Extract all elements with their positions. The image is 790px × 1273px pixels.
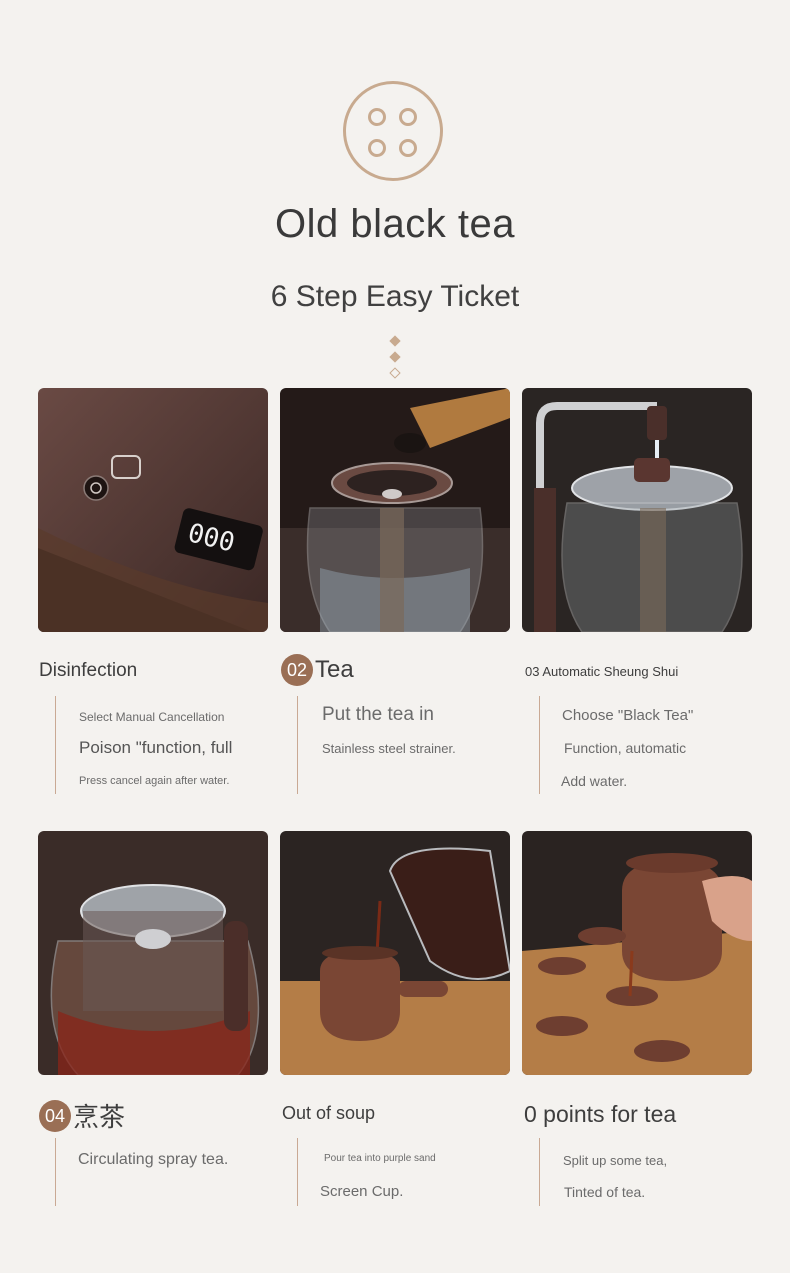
serving-tea-cups-photo bbox=[522, 831, 752, 1075]
divider-line bbox=[55, 696, 56, 794]
page-title: Old black tea bbox=[275, 202, 515, 246]
logo-dot bbox=[368, 108, 386, 126]
diamond-outline-icon bbox=[389, 367, 401, 379]
divider-line bbox=[55, 1138, 56, 1206]
step-3-line-2: Function, automatic bbox=[564, 740, 687, 756]
divider-line bbox=[297, 696, 298, 794]
step-4-title: 烹茶 bbox=[73, 1102, 126, 1132]
divider-line bbox=[539, 1138, 540, 1206]
diamond-icon bbox=[389, 351, 401, 363]
kettle-control-panel-photo: 000 bbox=[38, 388, 268, 632]
step-2-line-2: Stainless steel strainer. bbox=[322, 741, 456, 756]
step-6-heading: 0 points for tea bbox=[524, 1101, 677, 1127]
logo-dot bbox=[399, 108, 417, 126]
pouring-tea-photo bbox=[280, 831, 510, 1075]
step-1-line-2: Poison "function, full bbox=[79, 738, 233, 757]
logo-dot bbox=[368, 139, 386, 157]
automatic-water-fill-photo bbox=[522, 388, 752, 632]
step-2-heading: 02 Tea bbox=[281, 654, 354, 686]
step-4-line-1: Circulating spray tea. bbox=[78, 1151, 229, 1168]
step-2-title: Tea bbox=[315, 656, 354, 683]
four-circles-icon bbox=[343, 81, 443, 181]
diamond-icon bbox=[389, 335, 401, 347]
step-5-line-2: Screen Cup. bbox=[320, 1183, 404, 1200]
logo-dot bbox=[399, 139, 417, 157]
step-4-heading: 04 烹茶 bbox=[39, 1097, 125, 1134]
page-subtitle: 6 Step Easy Ticket bbox=[270, 280, 520, 313]
step-1-line-1: Select Manual Cancellation bbox=[79, 710, 225, 724]
step-number-badge: 04 bbox=[39, 1099, 71, 1132]
step-6-line-2: Tinted of tea. bbox=[564, 1184, 646, 1200]
brewing-tea-photo bbox=[38, 831, 268, 1075]
step-1-heading: Disinfection bbox=[39, 660, 138, 681]
adding-tea-leaves-photo bbox=[280, 388, 510, 632]
step-3-line-1: Choose "Black Tea" bbox=[562, 707, 694, 724]
step-number-badge: 02 bbox=[281, 654, 313, 686]
step-3-heading: 03 Automatic Sheung Shui bbox=[525, 664, 679, 679]
divider-line bbox=[297, 1138, 298, 1206]
step-5-heading: Out of soup bbox=[282, 1103, 376, 1123]
divider-line bbox=[539, 696, 540, 794]
step-2-line-1: Put the tea in bbox=[322, 704, 434, 725]
step-6-line-1: Split up some tea, bbox=[563, 1153, 668, 1168]
step-3-line-3: Add water. bbox=[561, 773, 628, 789]
step-5-line-1: Pour tea into purple sand bbox=[324, 1153, 436, 1164]
step-1-line-3: Press cancel again after water. bbox=[79, 775, 230, 787]
